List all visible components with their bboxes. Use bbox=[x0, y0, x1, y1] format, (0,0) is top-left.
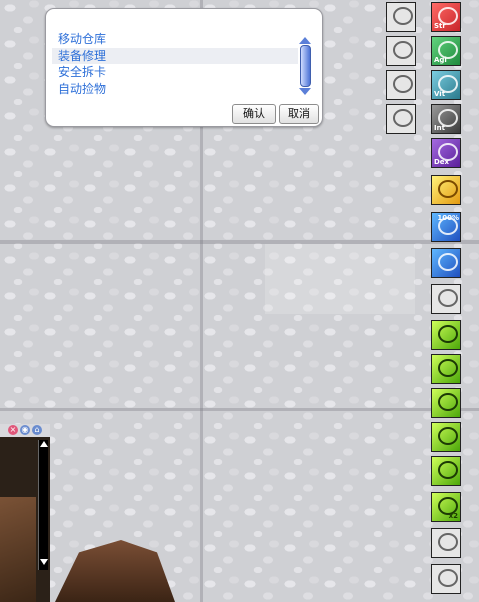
lock-icon[interactable]: ⌂ bbox=[32, 425, 42, 435]
stone-seam bbox=[0, 408, 479, 411]
skill-icon bbox=[438, 325, 458, 343]
scroll-thumb[interactable] bbox=[299, 45, 311, 87]
skill-icon bbox=[393, 109, 413, 127]
buff-critical[interactable]: 100% bbox=[431, 212, 461, 242]
option-storage[interactable]: 移动仓库 bbox=[52, 31, 298, 48]
buff-lightning[interactable] bbox=[431, 248, 461, 278]
npc-menu-dialog: 移动仓库 装备修理 安全拆卡 自动捡物 确认 取消 bbox=[45, 8, 323, 127]
confirm-button[interactable]: 确认 bbox=[232, 104, 276, 124]
buff-vit[interactable]: Vit bbox=[431, 70, 461, 100]
skill-green-4[interactable] bbox=[431, 422, 461, 452]
skill-green-5[interactable] bbox=[431, 456, 461, 486]
option-auto-loot[interactable]: 自动捡物 bbox=[52, 81, 298, 98]
skill-green-3[interactable] bbox=[431, 388, 461, 418]
list-scrollbar[interactable] bbox=[299, 37, 311, 97]
blessing-icon bbox=[438, 180, 458, 198]
skill-green-2[interactable] bbox=[431, 354, 461, 384]
option-list: 移动仓库 装备修理 安全拆卡 自动捡物 bbox=[52, 31, 298, 101]
quick-slot-2[interactable] bbox=[386, 36, 416, 66]
mini-scroll-track bbox=[39, 448, 48, 558]
scroll-down-icon[interactable] bbox=[299, 88, 311, 95]
buff-armor[interactable] bbox=[431, 284, 461, 314]
skill-green-1[interactable] bbox=[431, 320, 461, 350]
close-icon[interactable]: × bbox=[8, 425, 18, 435]
buff-str-label: Str bbox=[434, 22, 446, 30]
buff-dex[interactable]: Dex bbox=[431, 138, 461, 168]
buff-dex-label: Dex bbox=[434, 158, 450, 166]
skill-icon bbox=[438, 393, 458, 411]
stone-highlight bbox=[265, 244, 415, 314]
mini-scroll-down-icon[interactable] bbox=[39, 559, 48, 565]
buff-blessing[interactable] bbox=[431, 175, 461, 205]
mini-scroll-up-icon[interactable] bbox=[39, 441, 48, 447]
mini-scrollbar[interactable] bbox=[38, 440, 48, 570]
buff-int[interactable]: Int bbox=[431, 104, 461, 134]
quick-slot-3[interactable] bbox=[386, 70, 416, 100]
skill-icon bbox=[393, 7, 413, 25]
lightning-icon bbox=[438, 253, 458, 271]
skill-icon bbox=[438, 359, 458, 377]
skill-icon bbox=[393, 41, 413, 59]
settings-icon[interactable]: ◉ bbox=[20, 425, 30, 435]
skill-green-6[interactable]: x2 bbox=[431, 492, 461, 522]
clock-slot[interactable] bbox=[431, 564, 461, 594]
stair-structure bbox=[0, 497, 36, 602]
skill-icon bbox=[393, 75, 413, 93]
buff-percent-label: 100% bbox=[437, 214, 459, 222]
buff-str[interactable]: Str bbox=[431, 2, 461, 32]
armor-icon bbox=[438, 289, 458, 307]
cancel-button[interactable]: 取消 bbox=[279, 104, 319, 124]
bell-icon bbox=[438, 533, 458, 551]
quick-slot-1[interactable] bbox=[386, 2, 416, 32]
buff-vit-label: Vit bbox=[434, 90, 446, 98]
buff-int-label: Int bbox=[434, 124, 445, 132]
quick-slot-4[interactable] bbox=[386, 104, 416, 134]
bell-slot[interactable] bbox=[431, 528, 461, 558]
buff-agi[interactable]: Agi bbox=[431, 36, 461, 66]
skill-icon bbox=[438, 461, 458, 479]
skill-icon bbox=[438, 427, 458, 445]
skill-badge-label: x2 bbox=[448, 512, 458, 520]
option-card-removal[interactable]: 安全拆卡 bbox=[52, 64, 298, 81]
option-repair[interactable]: 装备修理 bbox=[52, 47, 298, 64]
clock-icon bbox=[438, 569, 458, 587]
buff-agi-label: Agi bbox=[434, 56, 447, 64]
scroll-up-icon[interactable] bbox=[299, 37, 311, 44]
